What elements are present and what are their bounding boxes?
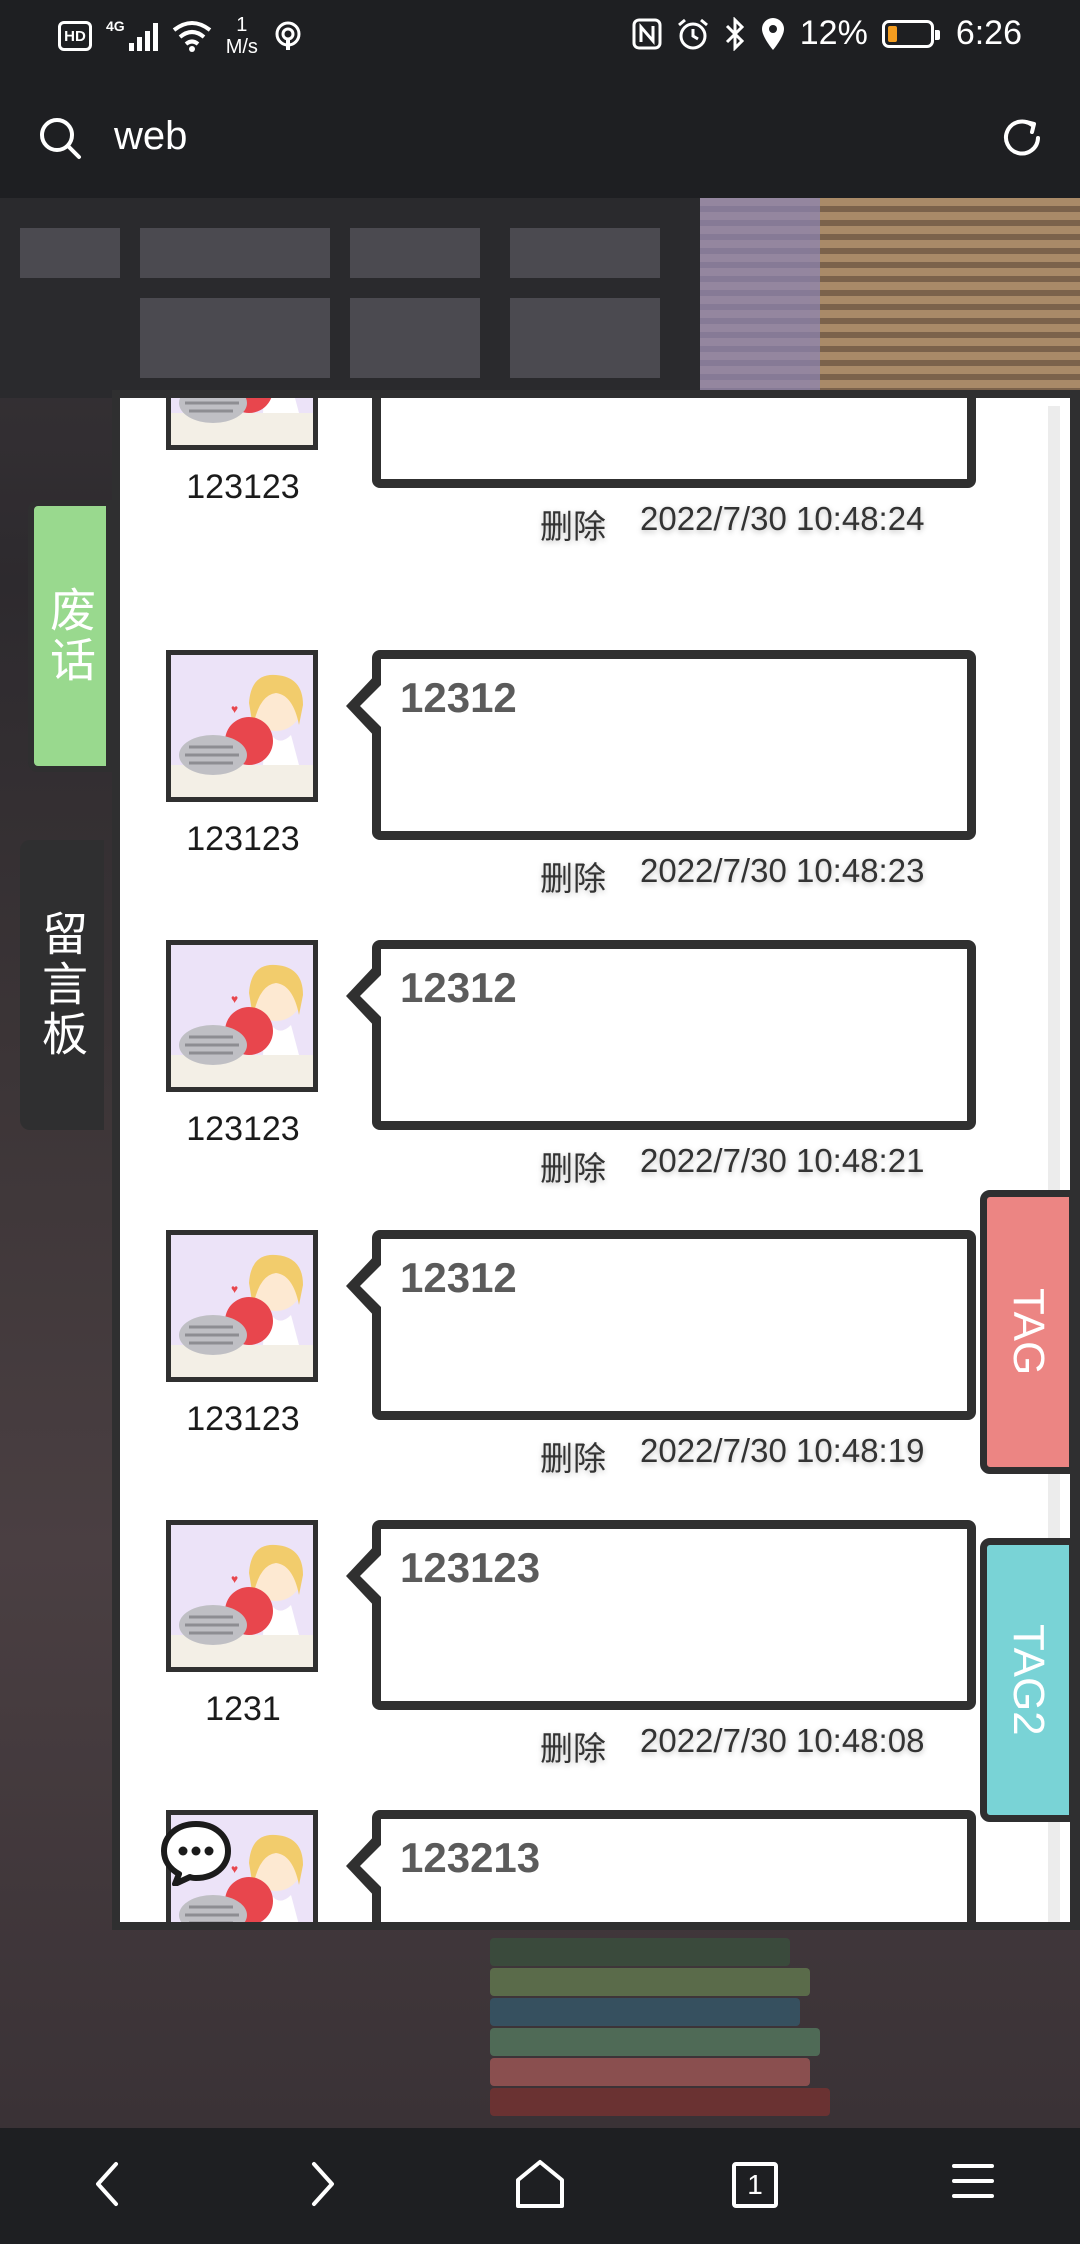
svg-text:♥: ♥ xyxy=(231,992,238,1006)
back-icon[interactable] xyxy=(88,2158,128,2210)
tab-tag[interactable]: TAG xyxy=(980,1190,1076,1474)
alarm-icon xyxy=(677,18,708,49)
message-board-panel: ♥ 123123 12312 删除 2022/7/30 10:48:24 ♥ xyxy=(112,390,1080,1930)
message-text: 12312 xyxy=(400,674,517,721)
tab-count: 1 xyxy=(747,2169,763,2200)
message-list[interactable]: ♥ 123123 12312 删除 2022/7/30 10:48:24 ♥ xyxy=(120,398,1070,1922)
list-item: ♥ 123123 12312 删除 2022/7/30 10:48:21 xyxy=(120,940,1070,1230)
wifi-icon xyxy=(172,21,211,52)
speed-value: 1 xyxy=(236,14,248,36)
list-item: ♥ 123123 12312 删除 2022/7/30 10:48:24 xyxy=(120,398,1070,588)
username: 123123 xyxy=(186,1110,300,1148)
tab-tag2-label: TAG2 xyxy=(1004,1624,1053,1736)
status-left: HD 4G 1 M/s xyxy=(58,14,304,58)
speed-unit: M/s xyxy=(225,36,258,58)
chat-icon[interactable] xyxy=(160,1820,232,1886)
avatar: ♥ xyxy=(166,1520,318,1672)
hd-badge: HD xyxy=(58,21,92,51)
status-bar: HD 4G 1 M/s 12% 6:26 xyxy=(0,0,1080,80)
battery-icon xyxy=(881,19,940,48)
message-text: 123213 xyxy=(400,1834,541,1881)
address-bar: web xyxy=(0,80,1080,198)
message-bubble xyxy=(372,398,976,488)
network-speed: 1 M/s xyxy=(226,14,258,58)
window-sky xyxy=(700,198,820,398)
list-item: ♥ 123213 xyxy=(120,1810,1070,1922)
delete-button[interactable]: 删除 xyxy=(540,1432,606,1480)
avatar: ♥ xyxy=(166,650,318,802)
list-item: ♥ 1231 123123 删除 2022/7/30 10:48:08 xyxy=(120,1520,1070,1810)
timestamp: 2022/7/30 10:48:19 xyxy=(640,1432,925,1469)
timestamp: 2022/7/30 10:48:21 xyxy=(640,1142,925,1179)
network-type: 4G xyxy=(106,18,125,34)
message-text: 123123 xyxy=(400,1544,541,1591)
username: 1231 xyxy=(205,1690,281,1728)
list-item: ♥ 123123 12312 删除 2022/7/30 10:48:19 xyxy=(120,1230,1070,1520)
timestamp: 2022/7/30 10:48:08 xyxy=(640,1722,925,1759)
delete-button[interactable]: 删除 xyxy=(540,1142,606,1190)
clock: 6:26 xyxy=(955,14,1022,52)
status-right: 12% 6:26 xyxy=(632,14,1022,53)
message-text: 12312 xyxy=(400,964,517,1011)
timestamp: 2022/7/30 10:48:23 xyxy=(640,852,925,889)
home-icon[interactable] xyxy=(514,2158,566,2210)
bluetooth-icon xyxy=(725,16,744,51)
delete-button[interactable]: 删除 xyxy=(540,500,606,548)
list-item: ♥ 123123 12312 删除 2022/7/30 10:48:23 xyxy=(120,650,1070,940)
bottom-nav: 1 xyxy=(0,2128,1080,2244)
svg-text:♥: ♥ xyxy=(231,1282,238,1296)
hotspot-icon xyxy=(275,21,301,50)
window-frame xyxy=(0,198,700,398)
search-icon[interactable] xyxy=(38,116,82,160)
tab-feihua[interactable]: 废话 xyxy=(28,500,112,772)
avatar: ♥ xyxy=(166,940,318,1092)
avatar: ♥ xyxy=(166,1230,318,1382)
forward-icon[interactable] xyxy=(302,2158,342,2210)
tabs-icon[interactable]: 1 xyxy=(732,2162,778,2208)
tab-message-board-label: 留言板 xyxy=(36,910,88,1060)
menu-icon[interactable] xyxy=(950,2158,996,2204)
tab-tag-label: TAG xyxy=(1004,1288,1053,1376)
refresh-icon[interactable] xyxy=(1000,116,1044,160)
delete-button[interactable]: 删除 xyxy=(540,1722,606,1770)
message-text: 12312 xyxy=(400,1254,517,1301)
tab-message-board[interactable]: 留言板 xyxy=(20,840,104,1130)
book-stack xyxy=(470,1938,870,2128)
username: 123123 xyxy=(186,820,300,858)
tab-feihua-label: 废话 xyxy=(44,586,96,686)
url-field[interactable]: web xyxy=(114,114,187,159)
battery-percent: 12% xyxy=(799,14,868,52)
tab-tag2[interactable]: TAG2 xyxy=(980,1538,1076,1822)
location-icon xyxy=(761,17,784,50)
delete-button[interactable]: 删除 xyxy=(540,852,606,900)
username: 123123 xyxy=(186,468,300,506)
nfc-icon xyxy=(632,18,662,49)
timestamp: 2022/7/30 10:48:24 xyxy=(640,500,925,537)
svg-text:♥: ♥ xyxy=(231,702,238,716)
signal-icon xyxy=(128,21,158,51)
svg-text:♥: ♥ xyxy=(231,1862,238,1876)
avatar: ♥ xyxy=(166,398,318,450)
username: 123123 xyxy=(186,1400,300,1438)
svg-text:♥: ♥ xyxy=(231,1572,238,1586)
